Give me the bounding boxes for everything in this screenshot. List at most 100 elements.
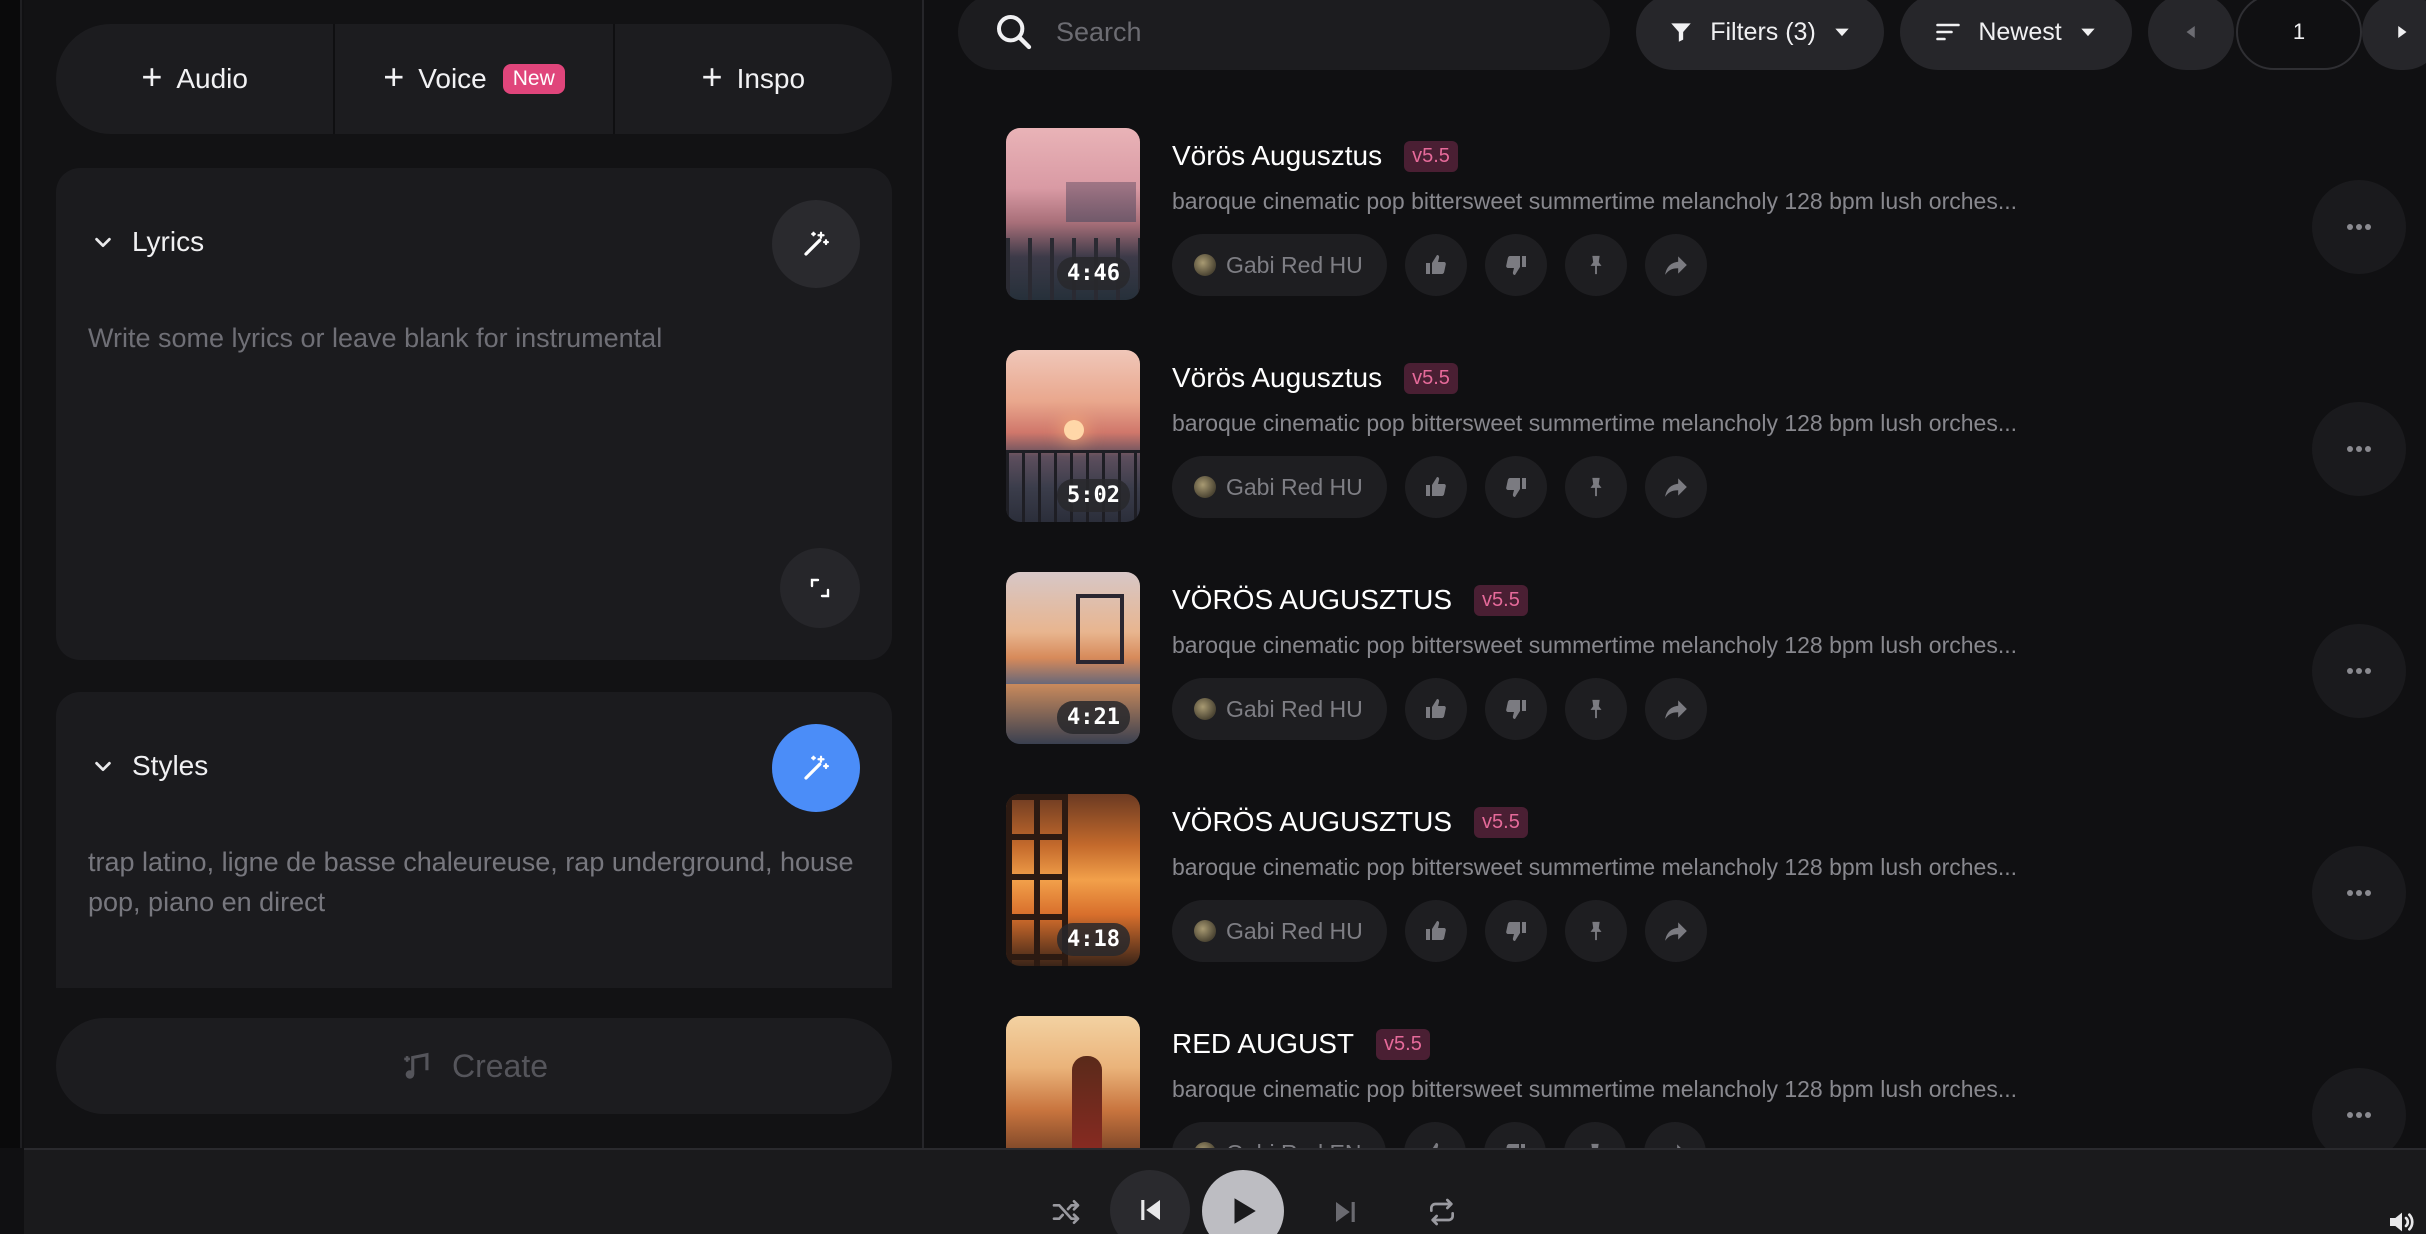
more-options-button[interactable] bbox=[2312, 1068, 2406, 1148]
pin-button[interactable] bbox=[1563, 1122, 1626, 1148]
add-voice-button[interactable]: + Voice New bbox=[333, 24, 612, 134]
song-title[interactable]: Vörös Augusztus v5.5 bbox=[1172, 362, 1458, 394]
pin-button[interactable] bbox=[1564, 678, 1627, 740]
pin-icon bbox=[1590, 255, 1602, 275]
search-input[interactable] bbox=[1056, 16, 1576, 48]
more-options-button[interactable] bbox=[2312, 624, 2406, 718]
version-badge: v5.5 bbox=[1376, 1029, 1430, 1060]
filters-button[interactable]: Filters (3) bbox=[1636, 0, 1884, 70]
lyrics-input[interactable]: Write some lyrics or leave blank for ins… bbox=[88, 318, 662, 358]
artist-button[interactable]: Gabi Red HU bbox=[1172, 678, 1387, 740]
styles-input[interactable]: trap latino, ligne de basse chaleureuse,… bbox=[88, 842, 868, 922]
sort-button[interactable]: Newest bbox=[1900, 0, 2132, 70]
lyrics-magic-button[interactable] bbox=[772, 200, 860, 288]
lyrics-toggle[interactable]: Lyrics bbox=[92, 226, 204, 258]
song-row[interactable]: RED AUGUST v5.5 baroque cinematic pop bit… bbox=[1006, 1016, 2406, 1148]
artist-button[interactable]: Gabi Red HU bbox=[1172, 234, 1387, 296]
plus-icon: + bbox=[141, 56, 163, 97]
share-button[interactable] bbox=[1644, 678, 1707, 740]
dislike-button[interactable] bbox=[1484, 234, 1547, 296]
next-page-button[interactable] bbox=[2362, 0, 2426, 70]
song-title-text: VÖRÖS AUGUSZTUS bbox=[1172, 806, 1453, 837]
create-panel: + Audio + Voice New + Inspo Lyrics Write… bbox=[24, 0, 924, 1148]
add-voice-label: Voice bbox=[418, 63, 487, 94]
song-row[interactable]: 5:02 Vörös Augusztus v5.5 baroque cinemat… bbox=[1006, 350, 2406, 528]
styles-toggle[interactable]: Styles bbox=[92, 750, 208, 782]
song-cover[interactable]: 4:46 bbox=[1006, 128, 1140, 300]
song-row[interactable]: 4:46 Vörös Augusztus v5.5 baroque cinemat… bbox=[1006, 128, 2406, 306]
volume-button[interactable] bbox=[2382, 1202, 2422, 1234]
cover-frame bbox=[1076, 594, 1124, 664]
create-label: Create bbox=[451, 1047, 549, 1084]
more-icon bbox=[2347, 224, 2371, 230]
more-options-button[interactable] bbox=[2312, 180, 2406, 274]
like-button[interactable] bbox=[1404, 900, 1467, 962]
song-duration: 5:02 bbox=[1057, 479, 1130, 512]
share-button[interactable] bbox=[1643, 1122, 1706, 1148]
song-title[interactable]: RED AUGUST v5.5 bbox=[1172, 1028, 1430, 1060]
thumbs-up-icon bbox=[1432, 1143, 1438, 1148]
song-title-text: RED AUGUST bbox=[1172, 1028, 1355, 1059]
like-button[interactable] bbox=[1403, 1122, 1466, 1148]
song-cover[interactable] bbox=[1006, 1016, 1140, 1148]
like-button[interactable] bbox=[1404, 456, 1467, 518]
song-cover[interactable]: 5:02 bbox=[1006, 350, 1140, 522]
song-title[interactable]: Vörös Augusztus v5.5 bbox=[1172, 140, 1458, 172]
share-icon bbox=[1676, 1144, 1681, 1148]
more-options-button[interactable] bbox=[2312, 402, 2406, 496]
song-duration: 4:21 bbox=[1057, 701, 1130, 734]
share-button[interactable] bbox=[1644, 456, 1707, 518]
artist-button[interactable]: Gabi Red HU bbox=[1172, 456, 1387, 518]
version-badge: v5.5 bbox=[1404, 141, 1458, 172]
chevron-down-icon bbox=[95, 761, 111, 772]
song-title[interactable]: VÖRÖS AUGUSZTUS v5.5 bbox=[1172, 806, 1528, 838]
styles-magic-button[interactable] bbox=[772, 724, 860, 812]
player-bar bbox=[24, 1148, 2426, 1234]
styles-section: Styles bbox=[56, 692, 892, 988]
song-actions: Gabi Red EN bbox=[1172, 1122, 1706, 1148]
play-button[interactable] bbox=[1202, 1170, 1284, 1234]
dislike-button[interactable] bbox=[1484, 900, 1547, 962]
song-description: baroque cinematic pop bittersweet summer… bbox=[1172, 188, 2018, 214]
volume-icon bbox=[2390, 1212, 2414, 1232]
version-badge: v5.5 bbox=[1404, 363, 1458, 394]
previous-page-button[interactable] bbox=[2148, 0, 2234, 70]
share-button[interactable] bbox=[1644, 900, 1707, 962]
artist-button[interactable]: Gabi Red HU bbox=[1172, 900, 1387, 962]
shuffle-button[interactable] bbox=[1044, 1190, 1088, 1234]
song-title[interactable]: VÖRÖS AUGUSZTUS v5.5 bbox=[1172, 584, 1528, 616]
share-icon bbox=[1664, 478, 1687, 497]
pin-button[interactable] bbox=[1564, 456, 1627, 518]
thumbs-down-icon bbox=[1505, 478, 1526, 497]
pin-button[interactable] bbox=[1564, 900, 1627, 962]
song-row[interactable]: 4:18 VÖRÖS AUGUSZTUS v5.5 baroque cinemat… bbox=[1006, 794, 2406, 972]
create-button[interactable]: Create bbox=[56, 1018, 892, 1114]
share-button[interactable] bbox=[1644, 234, 1707, 296]
search-bar[interactable] bbox=[958, 0, 1610, 70]
song-duration: 4:18 bbox=[1057, 923, 1130, 956]
like-button[interactable] bbox=[1404, 678, 1467, 740]
page-number[interactable]: 1 bbox=[2236, 0, 2362, 70]
dislike-button[interactable] bbox=[1484, 678, 1547, 740]
dislike-button[interactable] bbox=[1483, 1122, 1546, 1148]
repeat-icon bbox=[1430, 1198, 1454, 1226]
artist-name: Gabi Red HU bbox=[1226, 695, 1363, 722]
song-row[interactable]: 4:21 VÖRÖS AUGUSZTUS v5.5 baroque cinemat… bbox=[1006, 572, 2406, 750]
repeat-button[interactable] bbox=[1420, 1190, 1464, 1234]
like-button[interactable] bbox=[1404, 234, 1467, 296]
cover-sun bbox=[1064, 420, 1084, 440]
dislike-button[interactable] bbox=[1484, 456, 1547, 518]
song-cover[interactable]: 4:18 bbox=[1006, 794, 1140, 966]
cover-figure bbox=[1072, 1056, 1102, 1148]
song-cover[interactable]: 4:21 bbox=[1006, 572, 1140, 744]
expand-lyrics-button[interactable] bbox=[780, 548, 860, 628]
add-inspo-button[interactable]: + Inspo bbox=[612, 24, 892, 134]
pin-button[interactable] bbox=[1564, 234, 1627, 296]
more-options-button[interactable] bbox=[2312, 846, 2406, 940]
next-track-button[interactable] bbox=[1324, 1190, 1368, 1234]
previous-track-button[interactable] bbox=[1110, 1170, 1190, 1234]
song-description: baroque cinematic pop bittersweet summer… bbox=[1172, 632, 2018, 658]
artist-button[interactable]: Gabi Red EN bbox=[1172, 1122, 1386, 1148]
add-audio-button[interactable]: + Audio bbox=[56, 24, 333, 134]
song-title-text: VÖRÖS AUGUSZTUS bbox=[1172, 584, 1453, 615]
